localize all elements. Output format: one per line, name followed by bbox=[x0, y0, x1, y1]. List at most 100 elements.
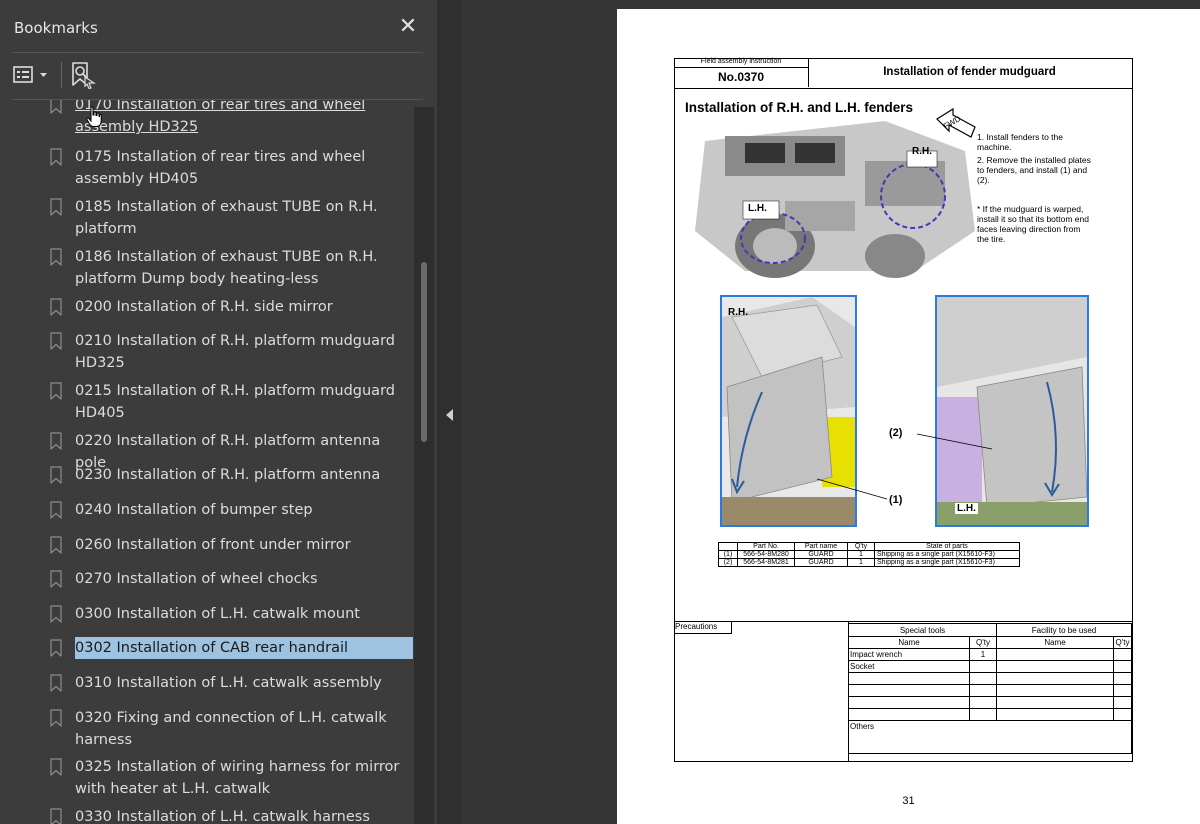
bookmark-label: 0260 Installation of front under mirror bbox=[75, 537, 351, 553]
parts-table-cell: Shipping as a single part (X15610-F3) bbox=[874, 558, 1020, 567]
find-current-bookmark-button[interactable] bbox=[70, 61, 96, 90]
bookmark-icon bbox=[50, 198, 62, 216]
step-note: * If the mudguard is warped, install it … bbox=[977, 204, 1089, 244]
bookmark-label: 0270 Installation of wheel chocks bbox=[75, 571, 318, 587]
find-current-bookmark-icon bbox=[72, 62, 96, 90]
bookmark-item[interactable]: 0210 Installation of R.H. platform mudgu… bbox=[0, 330, 414, 374]
bookmark-options-button[interactable] bbox=[12, 63, 52, 87]
bookmark-options-icon bbox=[13, 66, 33, 83]
parts-table: Part No. Part name Q'ty State of parts (1) 5… bbox=[718, 542, 1020, 567]
rh-label-top: R.H. bbox=[912, 146, 932, 157]
bookmark-icon bbox=[50, 570, 62, 588]
close-icon[interactable]: ✕ bbox=[396, 14, 420, 38]
bookmark-label: 0175 Installation of rear tires and whee… bbox=[75, 149, 366, 187]
bookmark-label: 0320 Fixing and connection of L.H. catwa… bbox=[75, 710, 387, 748]
parts-table-header: Part No. bbox=[737, 542, 795, 551]
bookmark-icon bbox=[50, 248, 62, 266]
tool-qty bbox=[969, 660, 997, 673]
bookmark-label: 0325 Installation of wiring harness for … bbox=[75, 759, 400, 797]
bookmark-item[interactable]: 0170 Installation of rear tires and whee… bbox=[0, 100, 414, 138]
tool-qty: 1 bbox=[969, 648, 997, 661]
bookmark-item[interactable]: 0302 Installation of CAB rear handrail bbox=[0, 637, 414, 659]
facility-qty-header: Q'ty bbox=[1113, 636, 1132, 649]
parts-table-header: State of parts bbox=[874, 542, 1020, 551]
machine-illustration bbox=[685, 121, 980, 281]
bookmark-item[interactable]: 0300 Installation of L.H. catwalk mount bbox=[0, 603, 414, 625]
toolbar-divider bbox=[61, 62, 62, 88]
bookmark-item[interactable]: 0175 Installation of rear tires and whee… bbox=[0, 146, 414, 190]
parts-table-cell: Shipping as a single part (X15610-F3) bbox=[874, 550, 1020, 559]
facility-name-header: Name bbox=[996, 636, 1114, 649]
doc-number: No.0370 bbox=[717, 70, 765, 84]
bookmark-label: 0215 Installation of R.H. platform mudgu… bbox=[75, 383, 395, 421]
bookmark-label: 0302 Installation of CAB rear handrail bbox=[75, 637, 413, 659]
bookmark-item[interactable]: 0220 Installation of R.H. platform anten… bbox=[0, 430, 414, 471]
step-2: 2. Remove the installed plates to fender… bbox=[977, 155, 1091, 185]
bookmark-icon bbox=[50, 639, 62, 657]
scrollbar-track[interactable] bbox=[414, 107, 434, 824]
collapse-arrow-icon[interactable] bbox=[446, 409, 453, 421]
bookmark-icon bbox=[50, 605, 62, 623]
tool-name: Impact wrench bbox=[848, 648, 970, 661]
precautions-label: Precautions bbox=[674, 621, 732, 634]
facility-label: Facility to be used bbox=[996, 623, 1132, 637]
bookmark-label: 0300 Installation of L.H. catwalk mount bbox=[75, 606, 360, 622]
bookmark-item[interactable]: 0310 Installation of L.H. catwalk assemb… bbox=[0, 672, 414, 694]
bookmark-label: 0170 Installation of rear tires and whee… bbox=[75, 100, 366, 135]
bookmark-label: 0185 Installation of exhaust TUBE on R.H… bbox=[75, 199, 378, 237]
bookmark-item[interactable]: 0185 Installation of exhaust TUBE on R.H… bbox=[0, 196, 414, 240]
bookmark-label: 0186 Installation of exhaust TUBE on R.H… bbox=[75, 249, 378, 287]
tool-name: Socket bbox=[848, 660, 970, 673]
bookmark-item[interactable]: 0230 Installation of R.H. platform anten… bbox=[0, 464, 414, 486]
scrollbar-thumb[interactable] bbox=[421, 262, 427, 442]
pdf-page: Field assembly instruction No.0370 Insta… bbox=[617, 9, 1200, 824]
step-1: 1. Install fenders to the machine. bbox=[977, 132, 1063, 152]
bookmark-item[interactable]: 0200 Installation of R.H. side mirror bbox=[0, 296, 414, 318]
bookmark-icon bbox=[50, 466, 62, 484]
table-row: (2) 566-54-8M281 GUARD 1 Shipping as a singl… bbox=[718, 558, 1020, 567]
rh-label-detail: R.H. bbox=[728, 307, 748, 318]
bookmark-label: 0210 Installation of R.H. platform mudgu… bbox=[75, 333, 395, 371]
bookmark-icon bbox=[50, 501, 62, 519]
parts-table-header: Q'ty bbox=[847, 542, 875, 551]
bookmark-label: 0240 Installation of bumper step bbox=[75, 502, 313, 518]
bookmark-item[interactable]: 0270 Installation of wheel chocks bbox=[0, 568, 414, 590]
bookmark-icon bbox=[50, 382, 62, 400]
parts-table-cell: GUARD bbox=[794, 550, 848, 559]
parts-table-cell: 566-54-8M281 bbox=[737, 558, 795, 567]
parts-table-cell: (1) bbox=[718, 550, 738, 559]
bookmark-label: 0330 Installation of L.H. catwalk harnes… bbox=[75, 809, 370, 824]
bookmark-icon bbox=[50, 100, 62, 114]
parts-table-cell: 566-54-8M280 bbox=[737, 550, 795, 559]
tools-table: Special tools Facility to be used Name Q… bbox=[848, 623, 1132, 754]
header-small-label: Field assembly instruction bbox=[700, 58, 782, 65]
bookmark-icon bbox=[50, 298, 62, 316]
bookmark-label: 0310 Installation of L.H. catwalk assemb… bbox=[75, 675, 382, 691]
bookmark-item[interactable]: 0320 Fixing and connection of L.H. catwa… bbox=[0, 707, 414, 751]
bookmark-item[interactable]: 0215 Installation of R.H. platform mudgu… bbox=[0, 380, 414, 424]
page-number: 31 bbox=[902, 795, 915, 807]
lh-label-top: L.H. bbox=[748, 203, 767, 214]
special-tools-label: Special tools bbox=[848, 623, 997, 637]
parts-table-header bbox=[718, 542, 738, 551]
callout-leaders bbox=[816, 433, 993, 500]
bookmark-item[interactable]: 0325 Installation of wiring harness for … bbox=[0, 756, 414, 800]
bookmark-icon bbox=[50, 332, 62, 350]
bookmark-item[interactable]: 0240 Installation of bumper step bbox=[0, 499, 414, 521]
bookmark-icon bbox=[50, 808, 62, 824]
parts-table-cell: GUARD bbox=[794, 558, 848, 567]
table-row: (1) 566-54-8M280 GUARD 1 Shipping as a singl… bbox=[718, 550, 1020, 559]
bookmark-item[interactable]: 0260 Installation of front under mirror bbox=[0, 534, 414, 556]
bookmark-item[interactable]: 0330 Installation of L.H. catwalk harnes… bbox=[0, 806, 414, 824]
bookmarks-panel: Bookmarks ✕ 0170 Installation of rear ti… bbox=[0, 0, 438, 824]
callout-1: (1) bbox=[889, 494, 903, 506]
bookmark-label: 0230 Installation of R.H. platform anten… bbox=[75, 467, 381, 483]
tools-qty-header: Q'ty bbox=[969, 636, 997, 649]
bookmark-list: 0170 Installation of rear tires and whee… bbox=[0, 100, 414, 824]
others-label: Others bbox=[848, 720, 1132, 754]
bookmark-icon bbox=[50, 148, 62, 166]
panel-title: Bookmarks bbox=[14, 19, 98, 37]
chevron-down-icon bbox=[40, 73, 47, 77]
bookmark-item[interactable]: 0186 Installation of exhaust TUBE on R.H… bbox=[0, 246, 414, 290]
parts-table-cell: 1 bbox=[847, 550, 875, 559]
